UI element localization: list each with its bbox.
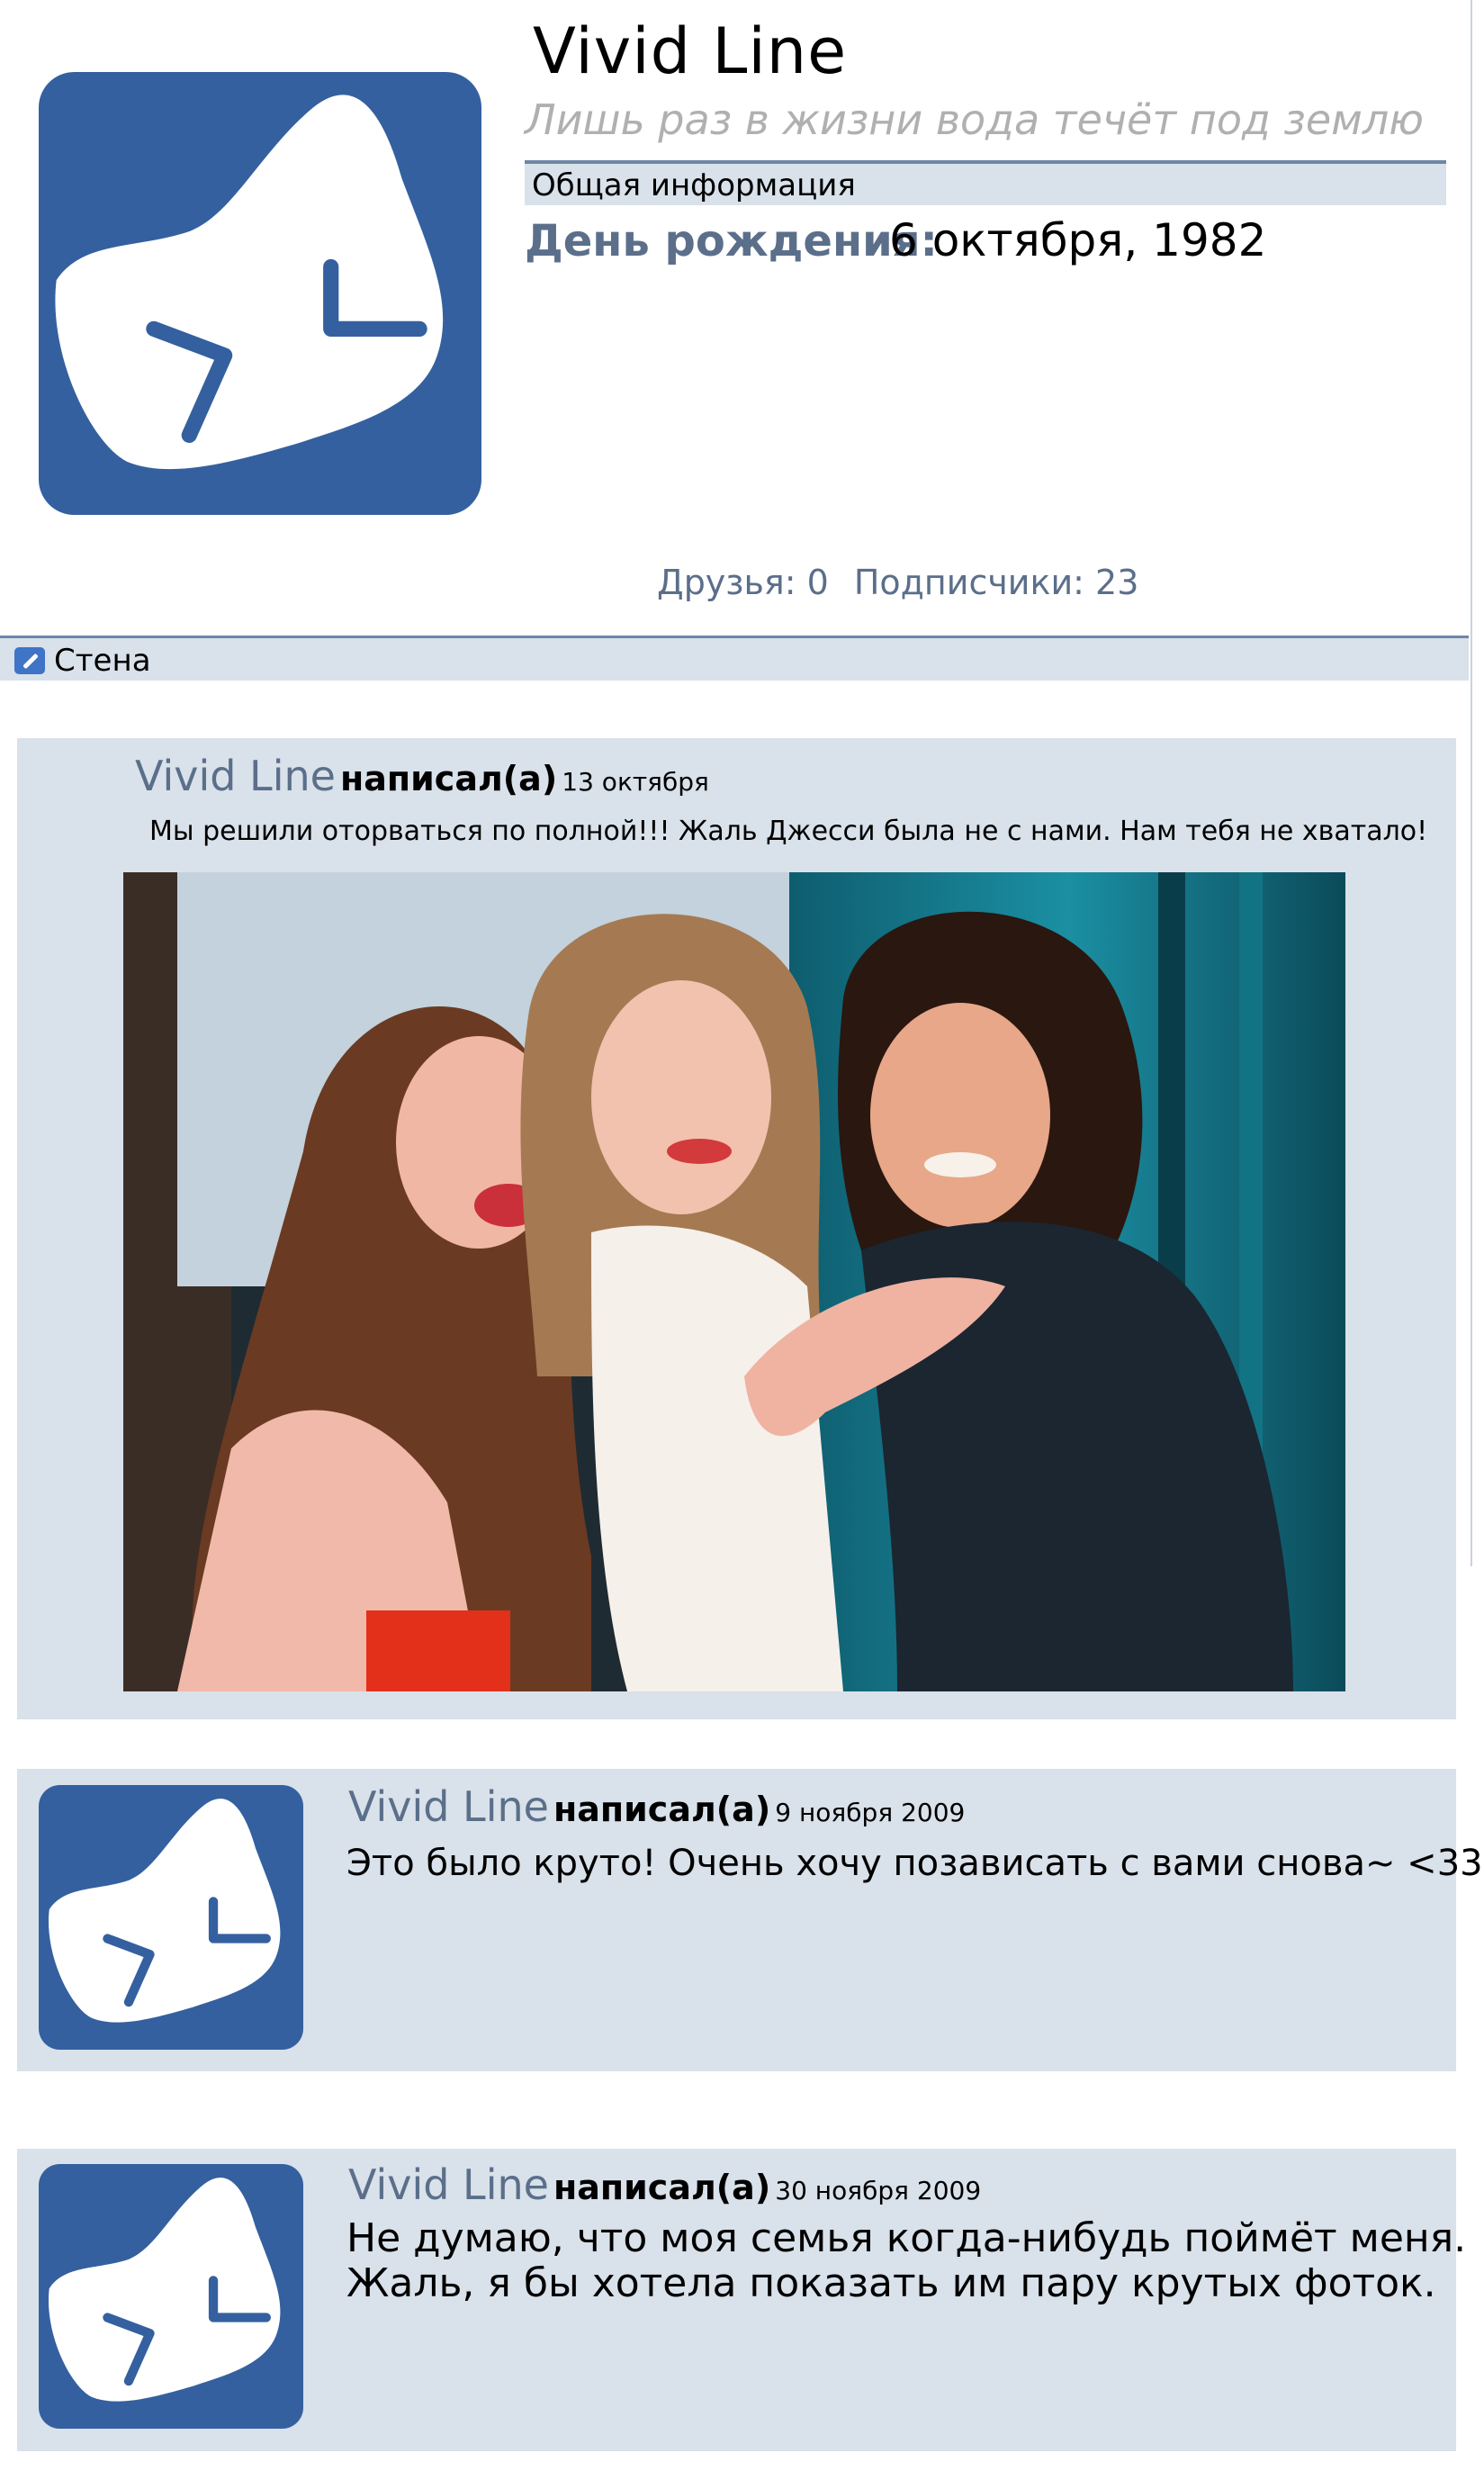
post-text-line: Жаль, я бы хотела показать им пару круты… (346, 2260, 1436, 2306)
birthday-value: 6 октября, 1982 (889, 214, 1267, 266)
post-date: 9 ноября 2009 (775, 1798, 966, 1827)
general-info-header: Общая информация (525, 160, 1446, 205)
post-avatar[interactable] (39, 1785, 303, 2050)
post-verb: написал(а) (340, 759, 558, 798)
general-info-label: Общая информация (532, 167, 856, 203)
followers-count-link[interactable]: Подписчики: 23 (854, 563, 1139, 602)
post-header: Vivid Line написал(а) 30 ноября 2009 (348, 2160, 981, 2209)
post-header: Vivid Line написал(а) 9 ноября 2009 (348, 1782, 965, 1831)
post-text: Это было круто! Очень хочу позависать с … (346, 1843, 1484, 1884)
wall-label: Стена (54, 643, 151, 679)
profile-avatar[interactable] (39, 72, 481, 515)
post-date: 30 ноября 2009 (775, 2176, 982, 2205)
profile-status: Лишь раз в жизни вода течёт под землю (525, 95, 1424, 144)
friends-count-link[interactable]: Друзья: 0 (657, 563, 829, 602)
post-date: 13 октября (562, 767, 709, 797)
post-author-link[interactable]: Vivid Line (348, 1782, 549, 1831)
profile-name: Vivid Line (533, 14, 848, 88)
post-verb: написал(а) (553, 1790, 771, 1829)
post-avatar[interactable] (39, 2164, 303, 2429)
post-text: Не думаю, что моя семья когда-нибудь пой… (346, 2216, 1466, 2306)
post-verb: написал(а) (553, 2168, 771, 2207)
pencil-icon (14, 647, 45, 674)
wall-header[interactable]: Стена (0, 636, 1469, 681)
birthday-label: День рождения: (525, 216, 938, 266)
profile-counters: Друзья: 0 Подписчики: 23 (657, 563, 1138, 602)
page-border (1471, 0, 1472, 1566)
post-header: Vivid Line написал(а) 13 октября (135, 752, 709, 800)
post-author-link[interactable]: Vivid Line (135, 752, 336, 800)
post-text-line: Не думаю, что моя семья когда-нибудь пой… (346, 2215, 1467, 2261)
post-photo[interactable] (123, 872, 1345, 1691)
post-author-link[interactable]: Vivid Line (348, 2160, 549, 2209)
post-text: Мы решили оторваться по полной!!! Жаль Д… (149, 816, 1428, 847)
